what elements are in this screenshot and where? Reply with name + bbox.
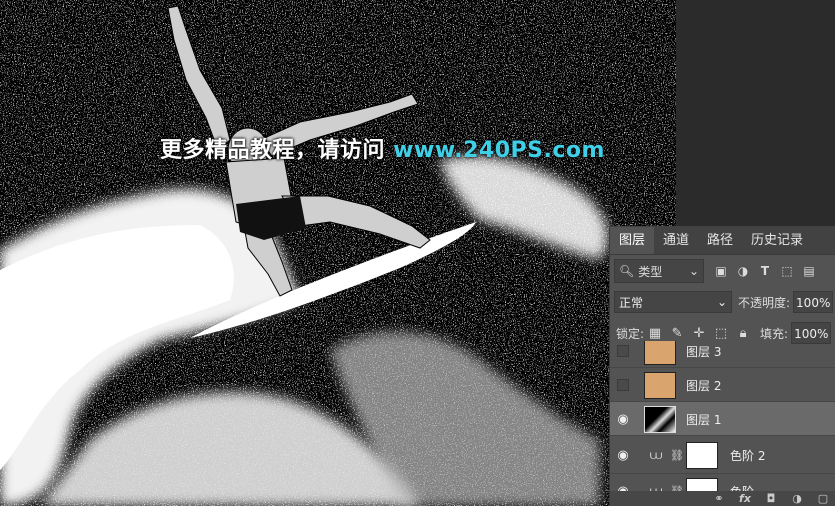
lock-brush-icon[interactable]: ✎	[666, 326, 688, 341]
eye-icon[interactable]: ◉	[610, 402, 636, 436]
layer-name: 图层 3	[686, 344, 722, 359]
fill-label: 填充:	[760, 326, 789, 341]
type-filter-icon[interactable]: T	[754, 264, 776, 278]
tab-channels[interactable]: 通道	[654, 227, 698, 254]
surfer-image	[0, 0, 676, 506]
layer-thumbnail	[644, 341, 676, 365]
mask-icon[interactable]: ◘	[758, 492, 784, 505]
tab-layers[interactable]: 图层	[610, 227, 655, 254]
eye-icon[interactable]: ◉	[610, 438, 636, 472]
folder-icon[interactable]: ▢	[810, 492, 835, 505]
watermark: 更多精品教程，请访问 www.240PS.com	[160, 132, 605, 164]
layer-row[interactable]: 图层 2	[610, 367, 835, 402]
adjustment-filter-icon[interactable]: ◑	[732, 264, 754, 278]
layer-name: 色阶	[730, 483, 754, 492]
link-icon[interactable]: ⛓︎	[670, 449, 684, 462]
opacity-label: 不透明度:	[738, 295, 791, 310]
layer-mask-thumbnail	[686, 477, 718, 491]
watermark-url: www.240PS.com	[393, 138, 605, 163]
layers-panel: 图层 通道 路径 历史记录 🔍︎ 类型 ⌄ ▣ ◑ T ⬚ ▤ 正常 ⌄ 不透明…	[609, 226, 835, 506]
levels-adjustment-icon: ⩊	[650, 447, 663, 462]
layer-name: 色阶 2	[730, 448, 766, 463]
watermark-text: 更多精品教程，请访问	[160, 138, 394, 163]
visibility-toggle[interactable]	[610, 341, 636, 368]
search-icon: 🔍︎	[619, 264, 635, 278]
image-filter-icon[interactable]: ▣	[710, 264, 732, 278]
eye-icon[interactable]: ◉	[610, 474, 636, 492]
layer-row-selected[interactable]: ◉ 图层 1	[610, 401, 835, 436]
blend-row: 正常 ⌄ 不透明度: 100%	[610, 290, 835, 314]
fx-icon[interactable]: fx	[732, 492, 758, 505]
layer-mask-thumbnail	[686, 441, 718, 469]
blend-mode-value: 正常	[619, 295, 644, 310]
chevron-down-icon: ⌄	[688, 264, 699, 278]
lock-transparent-icon[interactable]: ▦	[644, 326, 666, 341]
lock-artboard-icon[interactable]: ⬚	[710, 326, 732, 341]
visibility-toggle[interactable]	[610, 368, 636, 402]
lock-all-icon[interactable]: 🔒︎	[732, 326, 754, 341]
levels-adjustment-icon: ⩊	[650, 483, 663, 492]
lock-label: 锁定:	[616, 326, 645, 341]
adjustment-icon[interactable]: ◑	[784, 492, 810, 505]
panel-tabs: 图层 通道 路径 历史记录	[610, 226, 835, 255]
layer-row[interactable]: 图层 3	[610, 341, 835, 368]
opacity-input[interactable]: 100%	[793, 291, 834, 313]
filter-kind-select[interactable]: 🔍︎ 类型 ⌄	[614, 259, 704, 283]
chevron-down-icon: ⌄	[716, 295, 727, 309]
layer-row[interactable]: ◉ ⩊ ⛓︎ 色阶	[610, 473, 835, 491]
layer-name: 图层 2	[686, 378, 722, 393]
smart-object-filter-icon[interactable]: ▤	[798, 264, 820, 278]
layer-filter-row: 🔍︎ 类型 ⌄ ▣ ◑ T ⬚ ▤	[610, 259, 835, 283]
filter-kind-label: 类型	[638, 264, 663, 279]
tab-history[interactable]: 历史记录	[742, 227, 812, 254]
link-icon[interactable]: ⚭	[706, 492, 732, 505]
shape-filter-icon[interactable]: ⬚	[776, 264, 798, 278]
layer-name: 图层 1	[686, 412, 722, 427]
panel-bottom-bar: ⚭ fx ◘ ◑ ▢	[610, 491, 835, 506]
document-canvas[interactable]: 更多精品教程，请访问 www.240PS.com	[0, 0, 676, 506]
tab-paths[interactable]: 路径	[698, 227, 742, 254]
layer-row[interactable]: ◉ ⩊ ⛓︎ 色阶 2	[610, 435, 835, 474]
blend-mode-select[interactable]: 正常 ⌄	[614, 291, 732, 313]
layer-thumbnail	[644, 371, 676, 399]
layer-list: 图层 3 图层 2 ◉ 图层 1 ◉ ⩊ ⛓︎ 色阶 2 ◉ ⩊ ⛓︎ 色阶	[610, 341, 835, 491]
lock-move-icon[interactable]: ✛	[688, 326, 710, 341]
layer-thumbnail	[644, 405, 676, 433]
